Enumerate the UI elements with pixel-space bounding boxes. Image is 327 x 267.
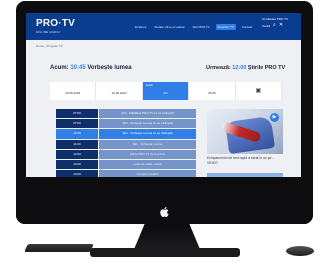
- next-time: 12:00: [232, 65, 247, 71]
- day-tab[interactable]: 24.05.2023: [96, 82, 143, 100]
- apple-logo-icon: [159, 206, 171, 218]
- now-time: 10:45: [70, 65, 86, 71]
- nav-item-emisiuni[interactable]: Emisiuni: [133, 24, 148, 30]
- main-nav: Emisiuni Seriale, filme si vedete Știri …: [133, 24, 254, 30]
- schedule-time: 07:00: [56, 109, 98, 119]
- schedule-title: Știri - Vorbește Lumea ce se întâmplă: [99, 129, 196, 139]
- schedule-time: 14:00: [56, 170, 98, 177]
- day-selector: 23.05.2023 24.05.2023 Astăzi Azi 26.05 ▣: [50, 82, 283, 100]
- schedule-title: Știrile PRO TV de la prânz: [99, 149, 196, 159]
- day-name: Astăzi: [145, 84, 153, 87]
- watch-link[interactable]: Urmărește PRO TV: [262, 17, 296, 21]
- schedule-time: 13:00: [56, 159, 98, 170]
- day-date: Azi: [163, 91, 168, 95]
- schedule-title: Ce spun românii: [99, 170, 196, 177]
- screen: PRO·TV ONLINE RADIO Emisiuni Seriale, fi…: [26, 13, 301, 177]
- schedule-title: Știri - Mădălina PRO TV ce se întâmplă: [99, 109, 196, 119]
- nav-item-contact[interactable]: Contact: [240, 24, 254, 30]
- day-tab[interactable]: 26.05: [189, 82, 236, 100]
- nav-item-stiri[interactable]: Știri PRO TV: [191, 24, 212, 30]
- schedule-title: Știri - Vorbește Lumea: [99, 139, 196, 149]
- news-card-image-2[interactable]: [207, 173, 283, 177]
- now-title: Vorbește lumea: [87, 65, 132, 71]
- schedule-row[interactable]: 12:00 Știrile PRO TV de la prânz: [56, 149, 196, 159]
- day-date: 23.05.2023: [65, 91, 81, 95]
- calendar-icon: ▣: [255, 88, 262, 94]
- schedule-time: 10:45: [56, 129, 98, 139]
- site-logo-sub: ONLINE RADIO: [36, 30, 60, 34]
- monitor-frame: PRO·TV ONLINE RADIO Emisiuni Seriale, fi…: [16, 1, 313, 224]
- now-playing: Acum: 10:45 Vorbește lumea: [50, 65, 132, 71]
- day-date: 24.05.2023: [111, 91, 127, 95]
- site-header: PRO·TV ONLINE RADIO Emisiuni Seriale, fi…: [26, 13, 301, 40]
- schedule-row-current[interactable]: 10:45 Știri - Vorbește Lumea ce se întâmp…: [56, 129, 196, 139]
- schedule-row[interactable]: 14:00 Ce spun românii: [56, 170, 196, 177]
- site-logo[interactable]: PRO·TV: [36, 18, 75, 29]
- day-tab-today[interactable]: Astăzi Azi: [142, 82, 190, 100]
- search-icon[interactable]: ⌕: [273, 23, 276, 28]
- mouse: [286, 246, 314, 256]
- day-date: 26.05: [208, 91, 216, 95]
- news-card-caption[interactable]: Echipamentul de test rapid a intrat în u…: [207, 156, 285, 165]
- schedule-time: 11:00: [56, 139, 98, 149]
- header-right: Urmărește PRO TV Caută ⌕ ✕: [262, 17, 296, 28]
- schedule-row[interactable]: 11:00 Știri - Vorbește Lumea: [56, 139, 196, 149]
- now-label: Acum:: [50, 65, 69, 71]
- schedule-time: 12:00: [56, 149, 98, 159]
- breadcrumb[interactable]: Home › Program TV: [36, 44, 63, 48]
- nav-item-seriale[interactable]: Seriale, filme si vedete: [152, 24, 186, 30]
- close-icon[interactable]: ✕: [279, 23, 283, 28]
- schedule-row[interactable]: 07:00 Știri - Vorbește Lumea ce se întâmp…: [56, 119, 196, 129]
- schedule-list: 07:00 Știri - Mădălina PRO TV ce se întâm…: [56, 109, 196, 177]
- schedule-time: 07:00: [56, 119, 98, 129]
- nav-item-program-tv[interactable]: Program TV: [215, 24, 236, 30]
- news-card-image[interactable]: ▶: [207, 109, 283, 154]
- calendar-button[interactable]: ▣: [235, 82, 283, 100]
- search-link[interactable]: Caută: [262, 24, 270, 28]
- schedule-row[interactable]: 07:00 Știri - Mădălina PRO TV ce se întâm…: [56, 109, 196, 119]
- play-icon[interactable]: ▶: [270, 113, 279, 122]
- next-title: Știrile PRO TV: [247, 65, 286, 71]
- monitor-foot: [90, 248, 240, 257]
- day-tab[interactable]: 23.05.2023: [50, 82, 97, 100]
- next-label: Urmează:: [206, 65, 231, 71]
- schedule-title: Lecții de viață - serial: [99, 159, 196, 170]
- schedule-row[interactable]: 13:00 Lecții de viață - serial: [56, 159, 196, 170]
- keyboard: [24, 244, 94, 252]
- up-next: Urmează: 12:00 Știrile PRO TV: [206, 65, 285, 71]
- schedule-title: Știri - Vorbește Lumea ce se întâmplă: [99, 119, 196, 129]
